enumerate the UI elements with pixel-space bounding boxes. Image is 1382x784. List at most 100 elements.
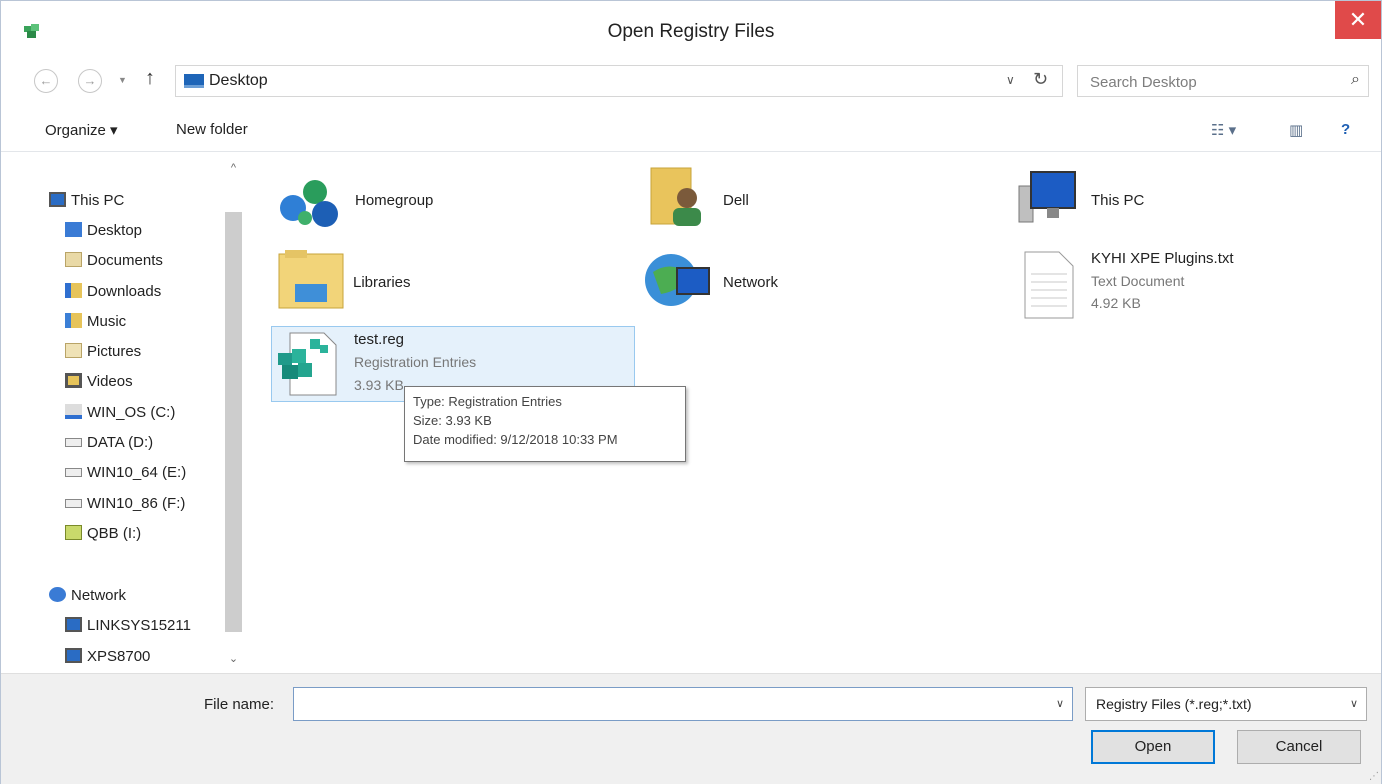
item-label: KYHI XPE Plugins.txt <box>1091 250 1234 267</box>
open-registry-files-dialog: Open Registry Files ✕ ← → ▼ ↑ Desktop ∨ … <box>0 0 1382 784</box>
drive-icon <box>65 438 82 447</box>
item-this-pc[interactable]: This PC <box>1013 166 1343 232</box>
nav-item-win10-86-f[interactable]: WIN10_86 (F:) <box>65 495 185 512</box>
nav-network[interactable]: Network <box>49 587 126 604</box>
nav-item-desktop[interactable]: Desktop <box>65 222 142 239</box>
removable-drive-icon <box>65 525 82 540</box>
item-homegroup[interactable]: Homegroup <box>275 174 605 234</box>
up-button[interactable]: ↑ <box>145 67 155 90</box>
chevron-down-icon[interactable]: ∨ <box>1056 697 1064 710</box>
user-folder-icon <box>650 167 701 226</box>
chevron-down-icon: ∨ <box>1349 698 1358 710</box>
network-globe-icon <box>645 254 710 306</box>
nav-item-videos[interactable]: Videos <box>65 373 133 390</box>
nav-label: Pictures <box>87 343 142 360</box>
videos-icon <box>65 373 82 388</box>
nav-label: Desktop <box>87 222 143 239</box>
item-label: Dell <box>723 192 749 209</box>
music-icon <box>65 313 82 328</box>
address-dropdown-icon[interactable]: ∨ <box>1006 73 1015 87</box>
address-bar[interactable]: Desktop ∨ ↻ <box>175 65 1063 97</box>
nav-item-win-os-c[interactable]: WIN_OS (C:) <box>65 404 175 421</box>
address-row: ← → ▼ ↑ Desktop ∨ ↻ ⌕ <box>1 63 1381 103</box>
chevron-down-icon: ▼ <box>118 75 127 85</box>
back-arrow-icon: ← <box>39 73 53 88</box>
file-name-label: File name: <box>204 696 275 713</box>
nav-scrollbar[interactable]: ^ ⌄ <box>223 162 244 672</box>
nav-item-win10-64-e[interactable]: WIN10_64 (E:) <box>65 464 186 481</box>
nav-label: Music <box>87 313 127 330</box>
search-box[interactable]: ⌕ <box>1077 65 1369 97</box>
scroll-thumb[interactable] <box>225 212 242 632</box>
nav-label: XPS8700 <box>87 648 151 665</box>
nav-label: Network <box>71 587 127 604</box>
file-tooltip: Type: Registration Entries Size: 3.93 KB… <box>404 386 686 462</box>
close-button[interactable]: ✕ <box>1335 1 1381 39</box>
search-icon[interactable]: ⌕ <box>1351 71 1360 89</box>
item-network[interactable]: Network <box>643 244 973 318</box>
nav-label: WIN10_86 (F:) <box>87 495 186 512</box>
nav-item-linksys15211[interactable]: LINKSYS15211 <box>65 617 191 634</box>
item-label: This PC <box>1091 192 1145 209</box>
scroll-up-arrow[interactable]: ^ <box>223 162 244 182</box>
nav-item-data-d[interactable]: DATA (D:) <box>65 434 153 451</box>
nav-item-xps8700[interactable]: XPS8700 <box>65 648 150 665</box>
computer-icon <box>1018 171 1076 223</box>
resize-grip-icon[interactable]: ⋰ <box>1369 771 1379 782</box>
nav-item-downloads[interactable]: Downloads <box>65 283 161 300</box>
nav-label: QBB (I:) <box>87 525 142 542</box>
search-input[interactable] <box>1088 71 1332 93</box>
network-icon <box>49 587 66 602</box>
open-button[interactable]: Open <box>1091 730 1215 764</box>
scroll-down-arrow[interactable]: ⌄ <box>223 652 244 672</box>
nav-label: WIN10_64 (E:) <box>87 464 187 481</box>
item-label: Network <box>723 274 779 291</box>
nav-label: Downloads <box>87 283 162 300</box>
navigation-pane: This PC Desktop Documents Downloads Musi… <box>1 152 245 672</box>
address-path[interactable]: Desktop <box>209 72 268 90</box>
nav-item-music[interactable]: Music <box>65 313 126 330</box>
item-dell[interactable]: Dell <box>647 164 977 234</box>
nav-item-qbb-i[interactable]: QBB (I:) <box>65 525 141 542</box>
item-type: Registration Entries <box>354 354 477 370</box>
item-label: Homegroup <box>355 192 434 209</box>
cancel-button[interactable]: Cancel <box>1237 730 1361 764</box>
organize-button[interactable]: Organize ▾ <box>45 121 118 139</box>
close-icon: ✕ <box>1348 7 1368 32</box>
recent-locations-button[interactable]: ▼ <box>118 75 127 85</box>
command-bar: Organize ▾ New folder ☷ ▾ ▥ ? <box>1 111 1381 152</box>
file-type-select[interactable]: Registry Files (*.reg;*.txt) ∨ <box>1085 687 1367 721</box>
file-name-combo[interactable]: ∨ <box>293 687 1073 721</box>
nav-item-documents[interactable]: Documents <box>65 252 163 269</box>
tooltip-date-modified: Date modified: 9/12/2018 10:33 PM <box>413 432 618 447</box>
desktop-icon <box>65 222 82 237</box>
file-name-input[interactable] <box>300 693 1044 717</box>
drive-icon <box>65 499 82 508</box>
item-libraries[interactable]: Libraries <box>275 248 605 318</box>
tooltip-type: Type: Registration Entries <box>413 394 562 409</box>
nav-label: Videos <box>87 373 133 390</box>
forward-button[interactable]: → <box>78 69 102 93</box>
nav-item-pictures[interactable]: Pictures <box>65 343 141 360</box>
computer-icon <box>49 192 66 207</box>
nav-label: DATA (D:) <box>87 434 154 451</box>
text-document-icon <box>1024 251 1074 319</box>
new-folder-button[interactable]: New folder <box>176 121 248 138</box>
dialog-title: Open Registry Files <box>607 21 775 42</box>
preview-pane-icon[interactable]: ▥ <box>1289 121 1303 139</box>
system-drive-icon <box>65 404 82 419</box>
back-button[interactable]: ← <box>34 69 58 93</box>
chevron-down-icon: ⌄ <box>228 653 239 665</box>
item-kyhi-xpe-plugins[interactable]: KYHI XPE Plugins.txt Text Document 4.92 … <box>1021 246 1351 326</box>
nav-this-pc[interactable]: This PC <box>49 192 124 209</box>
help-icon[interactable]: ? <box>1341 121 1350 138</box>
registry-file-icon <box>278 332 337 396</box>
pictures-icon <box>65 343 82 358</box>
title-bar: Open Registry Files ✕ <box>1 1 1381 59</box>
item-label: test.reg <box>354 331 405 348</box>
documents-icon <box>65 252 82 267</box>
refresh-icon[interactable]: ↻ <box>1033 69 1048 90</box>
homegroup-icon <box>280 180 338 227</box>
desktop-icon <box>184 74 204 88</box>
change-view-icon[interactable]: ☷ ▾ <box>1211 121 1236 139</box>
